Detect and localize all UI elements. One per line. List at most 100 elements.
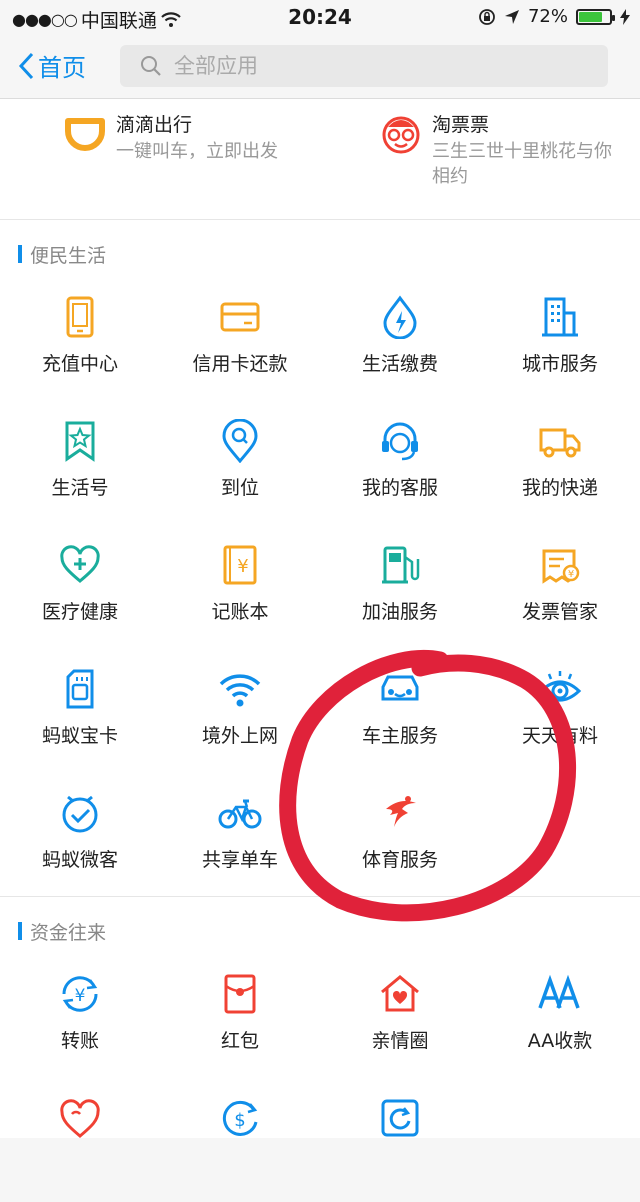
app-family-circle[interactable]: 亲情圈 [320, 954, 480, 1078]
app-sports-service[interactable]: 体育服务 [320, 773, 480, 897]
app-my-express[interactable]: 我的快递 [480, 401, 640, 525]
app-utility-payment[interactable]: 生活缴费 [320, 277, 480, 401]
app-fuel-service[interactable]: 加油服务 [320, 525, 480, 649]
app-list: 滴滴出行 一键叫车，立即出发 淘票票 三生三世十里桃花与你相约 便民生活 充值中… [0, 99, 640, 1138]
svg-text:¥: ¥ [568, 569, 574, 580]
transfer-icon: ¥ [62, 976, 98, 1012]
promo-title: 淘票票 [432, 114, 490, 136]
section-header: 便民生活 [0, 231, 640, 277]
search-input[interactable] [172, 53, 576, 79]
app-label: 境外上网 [201, 725, 278, 747]
location-search-icon [222, 419, 258, 463]
location-arrow-icon [504, 9, 519, 24]
app-label: 我的快递 [521, 477, 598, 499]
app-label: 发票管家 [521, 601, 598, 623]
app-label: 到位 [220, 477, 259, 499]
app-label: 红包 [220, 1030, 259, 1052]
app-label: 共享单车 [201, 849, 278, 871]
search-icon [141, 56, 161, 76]
stethoscope-icon [60, 545, 100, 583]
app-ant-card[interactable]: 蚂蚁宝卡 [0, 649, 160, 773]
aa-icon [538, 974, 580, 1009]
fuel-pump-icon [382, 546, 420, 584]
app-red-envelope[interactable]: 红包 [160, 954, 320, 1078]
nav-bar: 首页 [0, 34, 640, 99]
car-icon [381, 675, 419, 701]
back-label: 首页 [38, 54, 86, 82]
app-label: 体育服务 [361, 849, 438, 871]
rotation-lock-icon [479, 8, 495, 25]
app-label: AA收款 [527, 1030, 593, 1052]
red-envelope-icon [224, 974, 256, 1014]
sim-card-icon [66, 669, 94, 709]
chevron-left-icon [18, 52, 34, 79]
app-ant-weike[interactable]: 蚂蚁微客 [0, 773, 160, 897]
section-title: 资金往来 [30, 921, 107, 944]
ledger-icon: ¥ [223, 545, 257, 585]
bookmark-star-icon [65, 421, 95, 462]
battery-icon [576, 8, 615, 25]
back-button[interactable]: 首页 [18, 48, 86, 83]
app-customer-service[interactable]: 我的客服 [320, 401, 480, 525]
sports-icon [386, 796, 416, 827]
promo-taopiaopiao[interactable]: 淘票票 三生三世十里桃花与你相约 [378, 111, 612, 189]
charging-icon [620, 8, 630, 25]
app-unlabeled-dollar[interactable]: $ [160, 1078, 320, 1202]
app-aa-collection[interactable]: AA收款 [480, 954, 640, 1078]
app-city-services[interactable]: 城市服务 [480, 277, 640, 401]
truck-icon [539, 428, 581, 458]
phone-icon [66, 296, 94, 338]
app-daily-news[interactable]: 天天有料 [480, 649, 640, 773]
app-label: 城市服务 [521, 353, 598, 375]
didi-icon [65, 118, 105, 151]
invoice-icon: ¥ [542, 549, 580, 584]
app-transfer[interactable]: ¥ 转账 [0, 954, 160, 1078]
battery-percent: 72% [527, 6, 568, 27]
app-label: 记账本 [211, 601, 269, 623]
app-unlabeled-refresh[interactable] [320, 1078, 480, 1202]
app-shared-bike[interactable]: 共享单车 [160, 773, 320, 897]
building-icon [542, 297, 578, 337]
search-bar[interactable] [120, 45, 608, 87]
status-right: 72% [478, 6, 630, 27]
app-recharge-center[interactable]: 充值中心 [0, 277, 160, 401]
section-header: 资金往来 [0, 908, 640, 954]
app-label: 蚂蚁微客 [41, 849, 118, 871]
promo-subtitle: 一键叫车，立即出发 [116, 141, 278, 162]
section-title: 便民生活 [30, 244, 107, 267]
app-credit-card-repay[interactable]: 信用卡还款 [160, 277, 320, 401]
svg-text:¥: ¥ [237, 556, 248, 577]
app-medical-health[interactable]: 医疗健康 [0, 525, 160, 649]
app-label: 亲情圈 [371, 1030, 429, 1052]
app-label: 转账 [60, 1030, 99, 1052]
app-label: 蚂蚁宝卡 [41, 725, 118, 747]
water-drop-icon [383, 295, 417, 339]
refresh-icon [381, 1099, 419, 1137]
app-overseas-internet[interactable]: 境外上网 [160, 649, 320, 773]
app-label: 充值中心 [41, 353, 118, 375]
wifi-icon [219, 674, 261, 707]
app-car-owner-service[interactable]: 车主服务 [320, 649, 480, 773]
credit-card-icon [220, 302, 260, 332]
app-account-book[interactable]: ¥ 记账本 [160, 525, 320, 649]
app-unlabeled-heart[interactable] [0, 1078, 160, 1202]
svg-text:$: $ [234, 1110, 245, 1131]
app-life-account[interactable]: 生活号 [0, 401, 160, 525]
svg-text:¥: ¥ [75, 986, 86, 1006]
headset-icon [382, 422, 418, 461]
app-daowei[interactable]: 到位 [160, 401, 320, 525]
promo-didi[interactable]: 滴滴出行 一键叫车，立即出发 [62, 111, 296, 164]
app-label: 生活缴费 [361, 353, 438, 375]
app-label: 加油服务 [361, 601, 438, 623]
section-marker [18, 922, 22, 940]
eye-icon [538, 671, 582, 702]
section-marker [18, 245, 22, 263]
app-label: 车主服务 [361, 725, 438, 747]
app-invoice-manager[interactable]: ¥ 发票管家 [480, 525, 640, 649]
app-label: 医疗健康 [41, 601, 118, 623]
app-label: 天天有料 [521, 725, 598, 747]
heart-icon [60, 1099, 100, 1138]
shield-check-icon [62, 795, 98, 833]
bicycle-icon [218, 799, 262, 829]
taopiaopiao-icon [382, 116, 420, 154]
